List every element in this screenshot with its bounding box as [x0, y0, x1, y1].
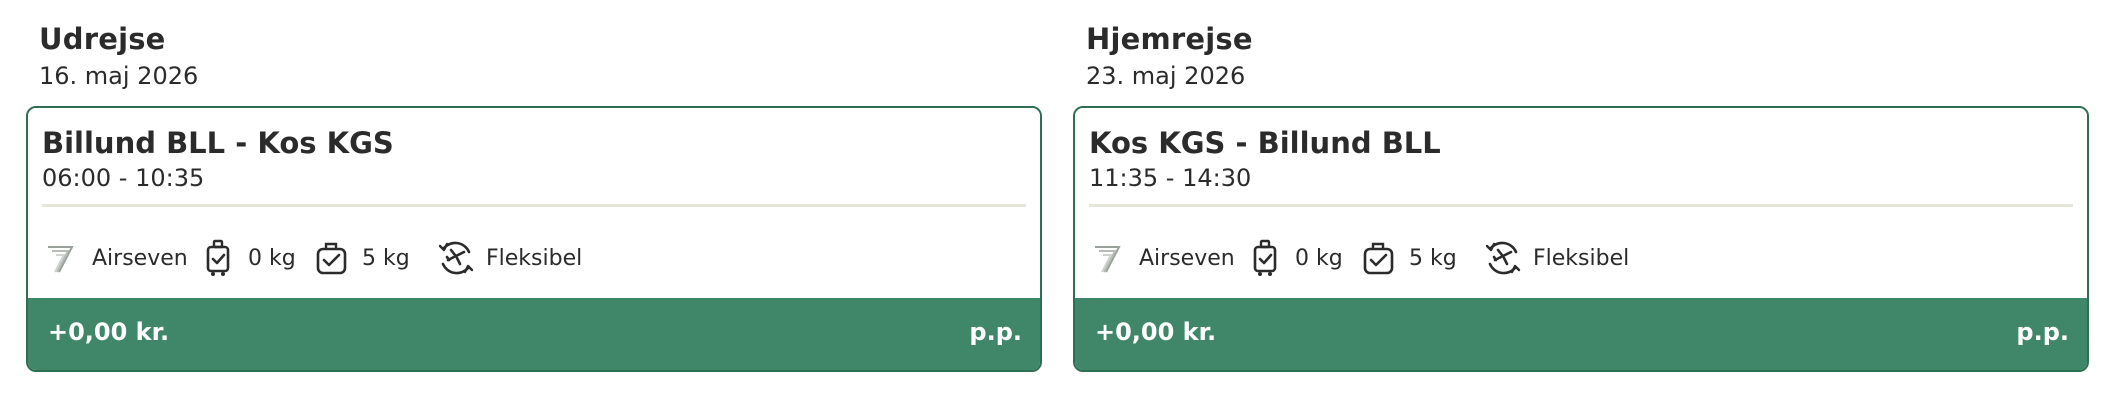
outbound-heading: Udrejse — [39, 22, 166, 56]
price: +0,00 kr. — [48, 318, 170, 346]
flex-label: Fleksibel — [486, 245, 583, 271]
flex-label: Fleksibel — [1533, 245, 1630, 271]
airseven-logo-icon — [42, 238, 82, 278]
card-body: Kos KGS - Billund BLL 11:35 - 14:30 Airs… — [1075, 108, 2087, 302]
flight-features: Airseven 0 kg 5 kg Fleksibel — [1089, 236, 2073, 280]
flight-times: 06:00 - 10:35 — [42, 164, 205, 192]
airline-name: Airseven — [92, 245, 188, 271]
flight-features: Airseven 0 kg 5 kg Fleksibel — [42, 236, 1026, 280]
carry-on-feature: 0 kg — [1245, 236, 1343, 280]
airline-feature: Airseven — [42, 236, 188, 280]
divider — [1089, 204, 2073, 207]
checked-bag-icon — [1359, 238, 1399, 278]
flexible-ticket-icon — [1483, 238, 1523, 278]
checked-bag-weight: 5 kg — [362, 245, 410, 271]
checked-bag-feature: 5 kg — [312, 236, 410, 280]
flex-feature: Fleksibel — [1483, 236, 1629, 280]
return-heading: Hjemrejse — [1086, 22, 1253, 56]
flex-feature: Fleksibel — [436, 236, 582, 280]
price-bar: +0,00 kr. p.p. — [1075, 298, 2087, 370]
carry-on-weight: 0 kg — [248, 245, 296, 271]
checked-bag-weight: 5 kg — [1409, 245, 1457, 271]
per-person-label: p.p. — [2016, 318, 2069, 346]
flexible-ticket-icon — [436, 238, 476, 278]
route-title: Kos KGS - Billund BLL — [1089, 126, 1441, 160]
checked-bag-feature: 5 kg — [1359, 236, 1457, 280]
outbound-flight-card[interactable]: Billund BLL - Kos KGS 06:00 - 10:35 Airs… — [26, 106, 1042, 372]
price-bar: +0,00 kr. p.p. — [28, 298, 1040, 370]
per-person-label: p.p. — [969, 318, 1022, 346]
flight-times: 11:35 - 14:30 — [1089, 164, 1252, 192]
divider — [42, 204, 1026, 207]
return-flight-card[interactable]: Kos KGS - Billund BLL 11:35 - 14:30 Airs… — [1073, 106, 2089, 372]
airline-feature: Airseven — [1089, 236, 1235, 280]
flight-summary: Udrejse 16. maj 2026 Billund BLL - Kos K… — [0, 0, 2110, 400]
carry-on-feature: 0 kg — [198, 236, 296, 280]
airseven-logo-icon — [1089, 238, 1129, 278]
carry-on-bag-icon — [198, 238, 238, 278]
airline-name: Airseven — [1139, 245, 1235, 271]
card-body: Billund BLL - Kos KGS 06:00 - 10:35 Airs… — [28, 108, 1040, 302]
outbound-date: 16. maj 2026 — [39, 62, 199, 90]
checked-bag-icon — [312, 238, 352, 278]
return-date: 23. maj 2026 — [1086, 62, 1246, 90]
carry-on-weight: 0 kg — [1295, 245, 1343, 271]
carry-on-bag-icon — [1245, 238, 1285, 278]
route-title: Billund BLL - Kos KGS — [42, 126, 394, 160]
price: +0,00 kr. — [1095, 318, 1217, 346]
